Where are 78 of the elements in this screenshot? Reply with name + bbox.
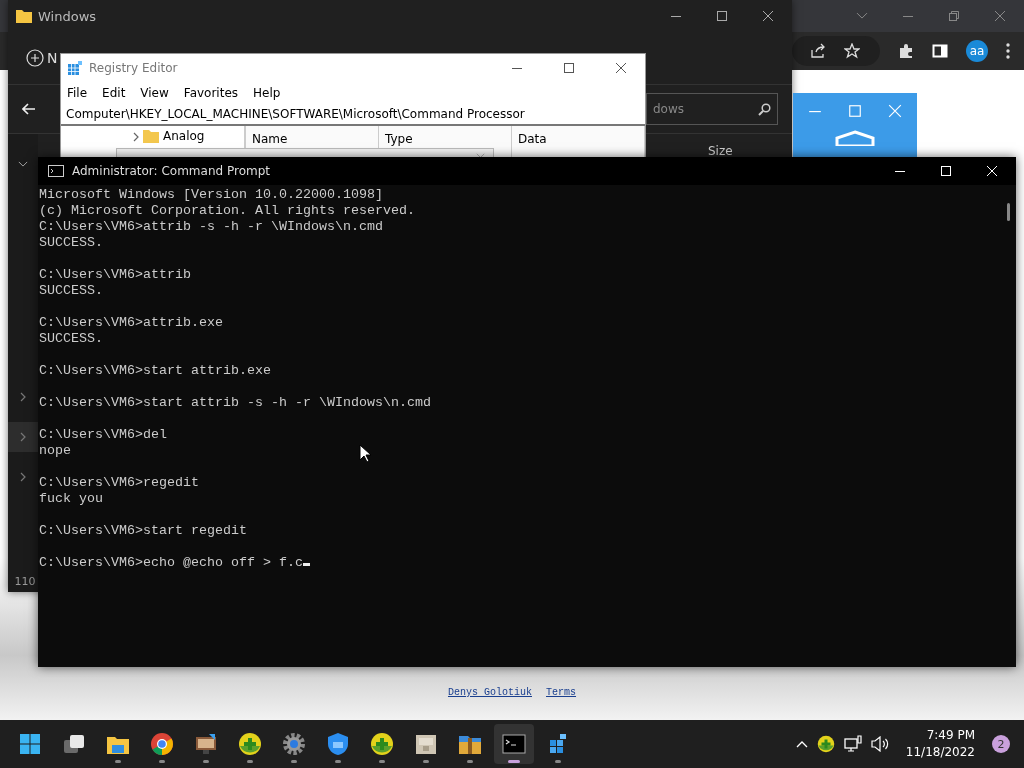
browser-icon	[151, 733, 173, 755]
chevron-up-icon[interactable]	[795, 740, 808, 748]
console-line: C:\Users\VM6>start attrib.exe	[39, 363, 271, 378]
console-line: SUCCESS.	[39, 235, 103, 250]
chevron-right-icon[interactable]	[133, 132, 139, 142]
console-line: SUCCESS.	[39, 331, 103, 346]
maximize-icon[interactable]	[716, 10, 728, 22]
notification-badge[interactable]: 2	[992, 735, 1010, 753]
console-line: nope	[39, 443, 71, 458]
plus-circle-icon[interactable]	[26, 49, 44, 67]
back-arrow-icon[interactable]	[22, 103, 36, 115]
folder-icon	[16, 9, 32, 23]
window-title: Windows	[38, 8, 97, 24]
taskbar-button[interactable]	[494, 724, 534, 764]
console-line: C:\Users\VM6>echo @echo off > f.c	[39, 555, 303, 570]
console-line: C:\Users\VM6>attrib -s -h -r \WIndows\n.cmd	[39, 219, 383, 234]
scrollbar-thumb[interactable]	[1006, 203, 1010, 221]
menu-item[interactable]: File	[67, 86, 88, 100]
console-line: SUCCESS.	[39, 283, 103, 298]
restore-icon[interactable]	[948, 10, 960, 22]
plus-circle-icon	[371, 733, 393, 755]
chevron-right-icon[interactable]	[20, 392, 26, 402]
terminal-icon	[48, 165, 64, 177]
plus-circle-icon	[817, 735, 835, 753]
share-icon[interactable]	[810, 43, 826, 59]
console-line: C:\Users\VM6>start regedit	[39, 523, 247, 538]
package-icon	[416, 735, 436, 754]
window-title: Registry Editor	[89, 61, 178, 75]
menu-item[interactable]: View	[140, 86, 169, 100]
column-header[interactable]: Type	[385, 132, 413, 146]
chevron-down-icon[interactable]	[18, 161, 28, 167]
gear-icon	[283, 733, 305, 755]
console-line: C:\Users\VM6>start attrib -s -h -r \WIndows\n.cmd	[39, 395, 431, 410]
profile-avatar[interactable]: aa	[966, 40, 988, 62]
menu-item[interactable]: Favorites	[183, 86, 239, 100]
monitor-icon	[196, 734, 216, 754]
window-title: Administrator: Command Prompt	[72, 164, 270, 178]
search-field[interactable]: dows	[646, 93, 778, 125]
maximize-icon[interactable]	[563, 62, 575, 74]
item-count: 110	[13, 575, 36, 590]
cubes-icon	[550, 734, 566, 753]
volume-icon[interactable]	[870, 736, 889, 752]
console-line: Microsoft Windows [Version 10.0.22000.1098]	[39, 187, 383, 202]
console-line: (c) Microsoft Corporation. All rights reserved.	[39, 203, 415, 218]
stacked-windows-icon	[64, 735, 84, 753]
windows-logo-icon	[20, 734, 40, 754]
console-line: C:\Users\VM6>regedit	[39, 475, 199, 490]
menu-item[interactable]: Edit	[102, 86, 126, 100]
clock[interactable]: 7:49 PM 11/18/2022	[905, 727, 975, 761]
mouse-pointer-icon	[359, 444, 371, 463]
folder-icon	[143, 129, 159, 143]
chevron-down-icon[interactable]	[856, 12, 868, 20]
chevron-right-icon[interactable]	[20, 432, 26, 442]
menu-item[interactable]: Help	[253, 86, 281, 100]
console-line: C:\Users\VM6>del	[39, 427, 167, 442]
footer-link[interactable]: Terms	[546, 687, 576, 698]
network-icon[interactable]	[843, 735, 862, 753]
footer-link[interactable]: Denys Golotiuk	[448, 687, 532, 698]
console-line: fuck you	[39, 491, 103, 506]
column-header[interactable]: Data	[518, 132, 547, 146]
more-icon[interactable]	[1006, 43, 1010, 59]
search-icon[interactable]	[758, 102, 771, 116]
sidebar-icon[interactable]	[932, 43, 948, 59]
new-button-label[interactable]: N	[47, 50, 58, 66]
console-line: C:\Users\VM6>attrib	[39, 267, 191, 282]
address-bar[interactable]	[792, 36, 880, 66]
chevron-right-icon[interactable]	[20, 472, 26, 482]
terminal-icon	[502, 734, 526, 754]
tree-item[interactable]: Analog	[163, 129, 205, 143]
archive-folder-icon	[459, 736, 481, 754]
folder-icon	[107, 737, 129, 754]
plus-circle-icon	[239, 733, 261, 755]
console-line: C:\Users\VM6>attrib.exe	[39, 315, 223, 330]
column-header[interactable]: Size	[708, 144, 733, 158]
star-icon[interactable]	[844, 43, 860, 59]
cubes-icon	[67, 60, 83, 76]
column-header[interactable]: Name	[252, 132, 288, 146]
puzzle-icon[interactable]	[898, 43, 914, 59]
